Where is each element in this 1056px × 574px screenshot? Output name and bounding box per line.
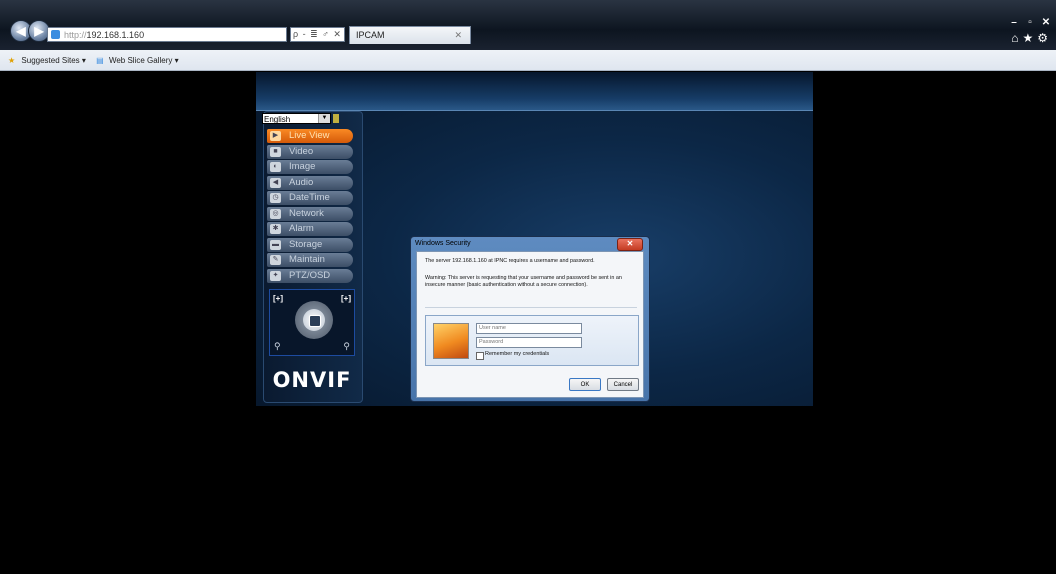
password-input[interactable]: Password bbox=[476, 337, 582, 348]
user-avatar-icon bbox=[433, 323, 469, 359]
chevron-down-icon: ▼ bbox=[318, 114, 330, 123]
wrench-icon: ✎ bbox=[270, 255, 281, 265]
menu-item-storage[interactable]: ▬ Storage bbox=[267, 237, 353, 252]
address-host: 192.168.1.160 bbox=[86, 30, 145, 40]
address-bar[interactable]: http://192.168.1.160 bbox=[47, 27, 287, 42]
dialog-body: The server 192.168.1.160 at IPNC require… bbox=[416, 251, 644, 398]
menu-item-datetime[interactable]: ◷ DateTime bbox=[267, 191, 353, 205]
menu-item-network[interactable]: ◎ Network bbox=[267, 206, 353, 221]
menu-item-ptz-osd[interactable]: ✦ PTZ/OSD bbox=[267, 268, 353, 283]
remember-checkbox[interactable] bbox=[476, 352, 484, 360]
menu-item-label: DateTime bbox=[289, 192, 330, 203]
suggested-sites-link[interactable]: Suggested Sites ▾ bbox=[21, 50, 86, 71]
browser-title-bar: ◀ ▶ http://192.168.1.160 ρ - ≣ ♂ ✕ IPCAM… bbox=[0, 0, 1056, 50]
browser-right-tools[interactable]: ⌂★⚙ bbox=[1011, 31, 1052, 45]
menu-item-live-view[interactable]: ▶ Live View bbox=[267, 129, 353, 143]
page-favicon-icon bbox=[51, 30, 60, 39]
tab-title: IPCAM bbox=[356, 30, 385, 40]
zoom-in-button[interactable]: [+] bbox=[341, 294, 351, 303]
play-icon: ▶ bbox=[270, 131, 281, 141]
menu-item-video[interactable]: ■ Video bbox=[267, 144, 353, 159]
divider bbox=[425, 307, 637, 308]
forward-arrow-icon: ▶ bbox=[34, 24, 44, 38]
menu-item-label: PTZ/OSD bbox=[289, 269, 331, 281]
ptz-control: [+] [+] ⚲ ⚲ bbox=[269, 289, 355, 356]
favorites-bar: ★ Suggested Sites ▾ ▤ Web Slice Gallery … bbox=[0, 50, 1056, 71]
minimize-button[interactable]: – bbox=[1006, 17, 1022, 30]
tab-ipcam[interactable]: IPCAM ✕ bbox=[349, 26, 471, 44]
windows-security-dialog: Windows Security ✕ The server 192.168.1.… bbox=[410, 236, 650, 402]
menu-item-label: Network bbox=[289, 207, 324, 219]
storage-icon: ▬ bbox=[270, 239, 281, 250]
close-window-button[interactable]: ✕ bbox=[1038, 17, 1054, 30]
language-value: English bbox=[264, 115, 291, 124]
focus-minus-icon[interactable]: ⚲ bbox=[274, 341, 281, 352]
menu-item-label: Storage bbox=[289, 238, 323, 250]
web-slice-icon: ▤ bbox=[96, 56, 104, 66]
alarm-icon: ✱ bbox=[270, 224, 281, 234]
credential-box: User name Password Remember my credentia… bbox=[425, 315, 639, 366]
speaker-icon: ◀ bbox=[270, 177, 281, 188]
address-bar-tools[interactable]: ρ - ≣ ♂ ✕ bbox=[290, 27, 345, 42]
window-controls: – ▫ ✕ bbox=[1006, 17, 1054, 30]
dialog-message: The server 192.168.1.160 at IPNC require… bbox=[425, 258, 595, 264]
page-banner bbox=[256, 72, 813, 111]
menu-item-label: Image bbox=[289, 161, 316, 172]
menu-item-alarm[interactable]: ✱ Alarm bbox=[267, 222, 353, 236]
remember-label: Remember my credentials bbox=[485, 351, 550, 357]
language-select[interactable]: English ▼ bbox=[262, 113, 339, 124]
favorites-star-icon[interactable]: ★ bbox=[8, 50, 15, 71]
menu-item-image[interactable]: ◐ Image bbox=[267, 160, 353, 174]
ptz-home-button[interactable] bbox=[309, 315, 321, 327]
web-slice-gallery-link[interactable]: Web Slice Gallery ▾ bbox=[109, 50, 179, 71]
tab-close-icon[interactable]: ✕ bbox=[454, 27, 462, 44]
dialog-close-button[interactable]: ✕ bbox=[617, 238, 643, 251]
address-protocol: http:// bbox=[64, 30, 87, 40]
focus-plus-icon[interactable]: ⚲ bbox=[343, 341, 350, 352]
clock-icon: ◷ bbox=[270, 193, 281, 203]
menu-item-label: Video bbox=[289, 145, 314, 157]
onvif-logo: ONVIF bbox=[272, 368, 352, 392]
menu-item-label: Maintain bbox=[289, 254, 325, 265]
side-menu: ▶ Live View ■ Video ◐ Image ◀ Audio ◷ DateTim… bbox=[267, 129, 353, 284]
dialog-warning: Warning: This server is requesting that … bbox=[425, 275, 622, 288]
zoom-out-button[interactable]: [+] bbox=[273, 294, 283, 303]
menu-item-label: Alarm bbox=[289, 223, 314, 234]
language-apply-icon[interactable] bbox=[333, 114, 339, 123]
dialog-title: Windows Security bbox=[415, 240, 471, 247]
menu-item-audio[interactable]: ◀ Audio bbox=[267, 175, 353, 190]
network-icon: ◎ bbox=[270, 208, 281, 219]
restore-button[interactable]: ▫ bbox=[1022, 17, 1038, 30]
menu-item-maintain[interactable]: ✎ Maintain bbox=[267, 253, 353, 267]
image-icon: ◐ bbox=[270, 162, 281, 172]
ok-button[interactable]: OK bbox=[569, 378, 601, 391]
menu-item-label: Live View bbox=[289, 130, 330, 141]
cancel-button[interactable]: Cancel bbox=[607, 378, 639, 391]
username-input[interactable]: User name bbox=[476, 323, 582, 334]
ptz-icon: ✦ bbox=[270, 270, 281, 281]
video-icon: ■ bbox=[270, 146, 281, 157]
menu-item-label: Audio bbox=[289, 176, 314, 188]
